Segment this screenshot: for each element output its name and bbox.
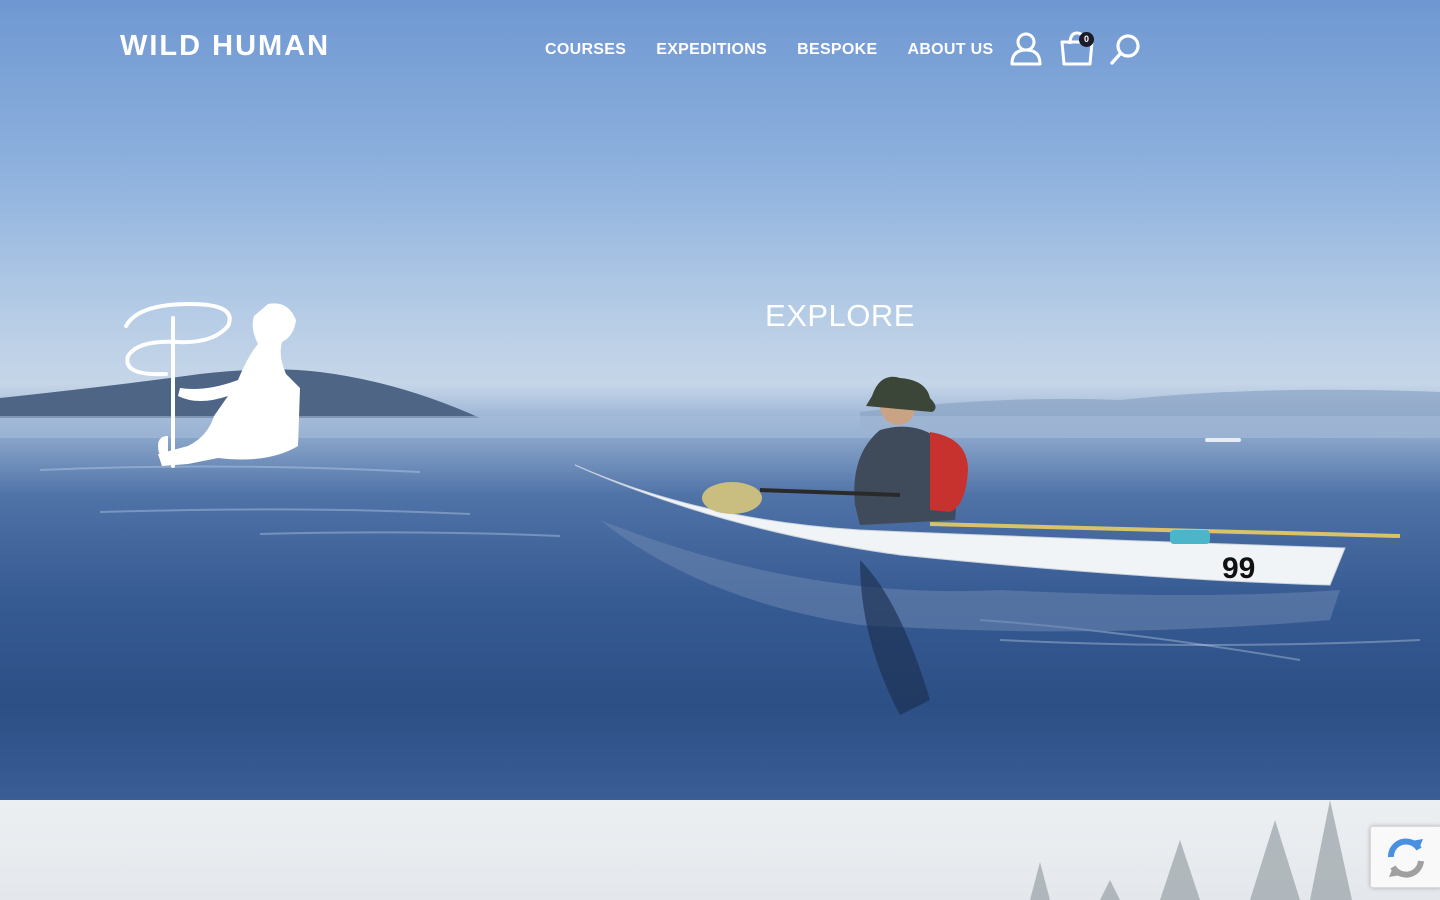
recaptcha-badge[interactable] <box>1370 826 1440 888</box>
kayak-deck-bag <box>1170 530 1210 544</box>
hero-section: 99 WILD HUMAN COURSES EXPEDITIONS BESPOK… <box>0 0 1440 800</box>
next-section-preview <box>0 800 1440 900</box>
paddler-hat <box>866 376 936 412</box>
wild-human-emblem <box>124 301 300 468</box>
hero-headline[interactable]: EXPLORE <box>740 298 940 334</box>
kayak-deck-pole <box>929 522 1401 538</box>
nav-bespoke[interactable]: BESPOKE <box>797 41 877 59</box>
user-icon[interactable] <box>1008 30 1044 66</box>
nav-about-us[interactable]: ABOUT US <box>907 41 993 59</box>
far-kayak <box>1205 438 1241 442</box>
kayak-number: 99 <box>1222 552 1255 585</box>
paddler-reflection <box>860 560 930 715</box>
nav-expeditions[interactable]: EXPEDITIONS <box>656 41 767 59</box>
site-header: WILD HUMAN COURSES EXPEDITIONS BESPOKE A… <box>0 0 1440 100</box>
paddle-blade <box>702 482 762 514</box>
recaptcha-icon <box>1388 838 1424 878</box>
paddler-pfd <box>930 432 968 512</box>
brand-logo[interactable]: WILD HUMAN <box>120 30 330 63</box>
nav-courses[interactable]: COURSES <box>545 41 626 59</box>
cart-count-badge: 0 <box>1079 32 1094 47</box>
main-nav: COURSES EXPEDITIONS BESPOKE ABOUT US <box>545 41 993 59</box>
search-icon[interactable] <box>1108 32 1142 66</box>
forest-silhouette <box>1030 800 1352 900</box>
